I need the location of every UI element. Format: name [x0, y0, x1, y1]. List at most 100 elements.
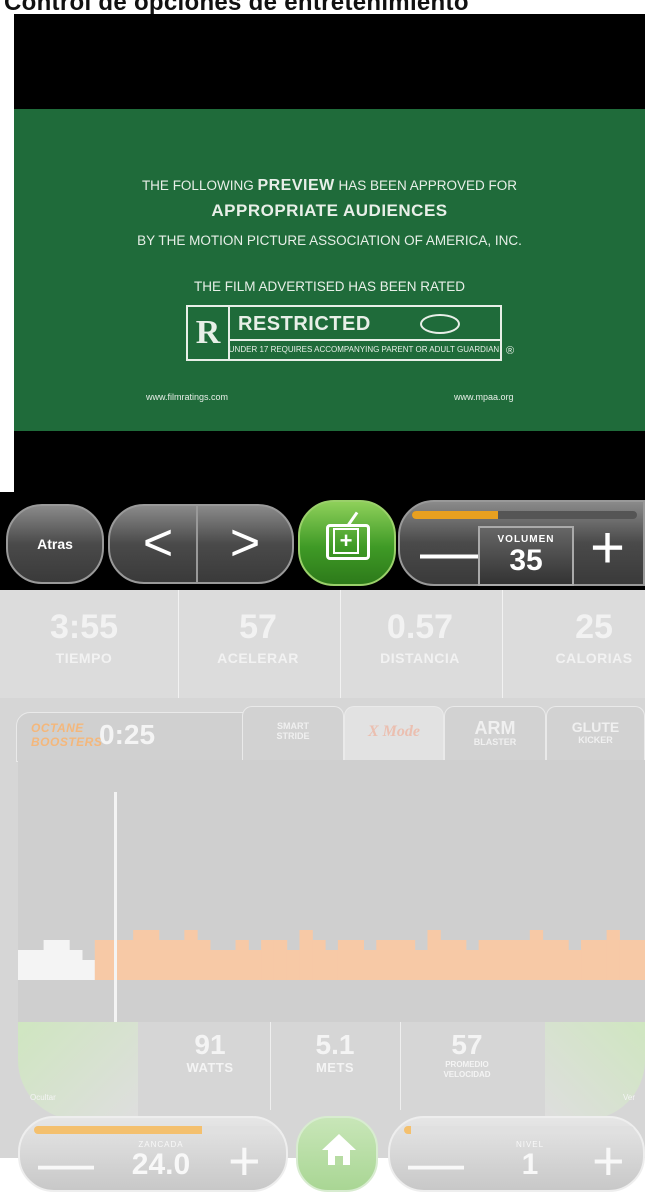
stat-time: 3:55 TIEMPO	[49, 608, 119, 666]
upcoming-bar	[184, 930, 198, 980]
octane-boosters: OCTANE BOOSTERS 0:25	[16, 712, 244, 762]
booster-tabs: OCTANE BOOSTERS 0:25 SMART STRIDE X Mode A…	[0, 706, 645, 762]
boosters-time: 0:25	[99, 719, 156, 750]
volume-value: 35	[509, 544, 543, 577]
upcoming-bar	[593, 940, 608, 980]
upcoming-bar	[273, 940, 288, 980]
upcoming-bar	[504, 940, 518, 980]
upcoming-bar	[145, 930, 160, 980]
upcoming-bar	[248, 950, 262, 980]
back-button[interactable]: Atras	[6, 504, 104, 584]
stride-control: — ZANCADA 24.0 +	[18, 1116, 288, 1192]
url-right: www.mpaa.org	[454, 392, 514, 402]
upcoming-bar	[171, 940, 185, 980]
show-right-button[interactable]: Ver	[545, 1022, 645, 1120]
upcoming-bar	[465, 950, 480, 980]
metric-mets: 5.1 METS	[315, 1029, 355, 1076]
stat-calories: 25 CALORIAS	[555, 608, 633, 666]
upcoming-bar	[337, 940, 352, 980]
upcoming-bar	[542, 940, 556, 980]
upcoming-bar	[94, 940, 109, 980]
upcoming-bar	[235, 940, 249, 980]
volume-up-button[interactable]: +	[590, 518, 625, 578]
upcoming-bar	[414, 950, 428, 980]
tv-icon: +	[326, 511, 370, 560]
upcoming-bar	[606, 930, 620, 980]
upcoming-bar	[158, 940, 173, 980]
upcoming-bar	[581, 940, 595, 980]
upcoming-bar	[312, 940, 326, 980]
tv-options-button[interactable]: +	[298, 500, 396, 586]
tab-arm-blaster[interactable]: ARM BLASTER	[444, 706, 546, 760]
rating-letter: R	[188, 307, 230, 359]
stride-up-button[interactable]: +	[228, 1133, 261, 1189]
completed-bar	[30, 950, 45, 980]
mpaa-line3: BY THE MOTION PICTURE ASSOCIATION OF AME…	[137, 233, 522, 248]
mpaa-seal-icon	[420, 314, 460, 334]
registered-mark: ®	[506, 345, 515, 357]
boosters-label: OCTANE BOOSTERS	[31, 721, 103, 749]
home-button[interactable]	[296, 1116, 378, 1192]
upcoming-bar	[299, 930, 313, 980]
video-player[interactable]: THE FOLLOWING PREVIEW HAS BEEN APPROVED …	[14, 14, 645, 504]
upcoming-bar	[619, 940, 633, 980]
volume-down-button[interactable]: —	[420, 522, 480, 582]
level-control: — NIVEL 1 +	[388, 1116, 645, 1192]
upcoming-bar	[491, 940, 505, 980]
rating-note: UNDER 17 REQUIRES ACCOMPANYING PARENT OR…	[228, 339, 500, 359]
stride-display: ZANCADA 24.0	[131, 1140, 191, 1181]
mpaa-line1: THE FOLLOWING PREVIEW HAS BEEN APPROVED …	[141, 177, 518, 194]
rating-box: R RESTRICTED UNDER 17 REQUIRES ACCOMPANY…	[186, 305, 502, 361]
metric-watts: 91 WATTS	[186, 1029, 234, 1076]
stat-accelerate: 57 ACELERAR	[217, 608, 299, 666]
metrics-row: Ocultar 91 WATTS 5.1 METS 57 PROMEDIO VELOC…	[0, 1022, 645, 1120]
upcoming-bar	[478, 940, 492, 980]
workout-profile-chart	[18, 760, 645, 1022]
upcoming-bar	[440, 940, 454, 980]
tab-smart-stride[interactable]: SMART STRIDE	[242, 706, 344, 760]
tab-x-mode[interactable]: X Mode	[344, 706, 444, 760]
stride-down-button[interactable]: —	[38, 1135, 94, 1191]
upcoming-bar	[568, 950, 582, 980]
upcoming-bar	[350, 940, 364, 980]
completed-bar	[18, 950, 32, 980]
level-display: NIVEL 1	[515, 1140, 545, 1181]
url-left: www.filmratings.com	[146, 392, 229, 402]
next-button[interactable]: >	[196, 504, 294, 584]
volume-control: — VOLUMEN 35 +	[398, 500, 645, 586]
upcoming-bar	[133, 930, 147, 980]
upcoming-bar	[222, 950, 237, 980]
hide-left-button[interactable]: Ocultar	[18, 1022, 138, 1120]
completed-bar	[56, 940, 70, 980]
metric-avg-speed: 57 PROMEDIO VELOCIDAD	[443, 1029, 491, 1080]
upcoming-bar	[197, 940, 211, 980]
upcoming-bar	[555, 940, 569, 980]
stat-distance: 0.57 DISTANCIA	[380, 608, 460, 666]
completed-bar	[81, 960, 96, 980]
volume-display: VOLUMEN 35	[478, 526, 574, 586]
upcoming-bar	[529, 930, 544, 980]
level-down-button[interactable]: —	[408, 1135, 464, 1191]
upcoming-bar	[389, 940, 403, 980]
plus-icon: +	[333, 528, 359, 554]
upcoming-bar	[209, 950, 224, 980]
mpaa-line4: THE FILM ADVERTISED HAS BEEN RATED	[193, 279, 466, 294]
previous-button[interactable]: <	[108, 504, 208, 584]
mpaa-line2: APPROPRIATE AUDIENCES	[211, 201, 448, 220]
upcoming-bar	[517, 940, 531, 980]
completed-bar	[43, 940, 57, 980]
upcoming-bar	[632, 940, 645, 980]
profile-bars	[18, 930, 645, 980]
tab-glute-kicker[interactable]: GLUTE KICKER	[546, 706, 645, 760]
level-up-button[interactable]: +	[592, 1133, 625, 1189]
upcoming-bar	[120, 940, 134, 980]
video-frame: THE FOLLOWING PREVIEW HAS BEEN APPROVED …	[14, 109, 645, 431]
progress-cursor	[114, 792, 117, 1022]
upcoming-bar	[261, 940, 275, 980]
upcoming-bar	[376, 940, 390, 980]
upcoming-bar	[453, 940, 467, 980]
upcoming-bar	[363, 950, 377, 980]
completed-bar	[69, 950, 83, 980]
upcoming-bar	[401, 940, 416, 980]
upcoming-bar	[325, 950, 339, 980]
